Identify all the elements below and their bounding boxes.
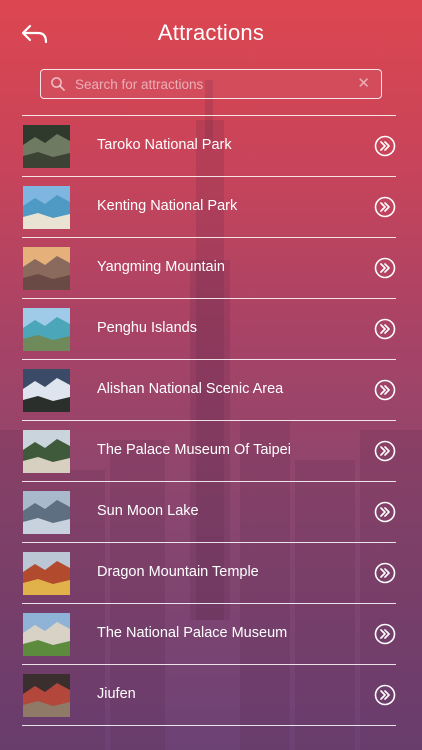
double-chevron-right-icon[interactable]	[374, 318, 396, 340]
attraction-thumbnail	[23, 186, 70, 229]
double-chevron-right-icon[interactable]	[374, 379, 396, 401]
double-chevron-right-icon[interactable]	[374, 257, 396, 279]
double-chevron-right-icon[interactable]	[374, 196, 396, 218]
attraction-name: The Palace Museum Of Taipei	[97, 442, 291, 458]
double-chevron-right-icon[interactable]	[374, 623, 396, 645]
double-chevron-right-icon[interactable]	[374, 135, 396, 157]
attraction-name: Sun Moon Lake	[97, 503, 199, 519]
list-item[interactable]: Jiufen	[22, 665, 396, 725]
list-item[interactable]: Alishan National Scenic Area	[22, 360, 396, 420]
list-item[interactable]: Dragon Mountain Temple	[22, 543, 396, 603]
search-icon	[51, 77, 65, 91]
double-chevron-right-icon[interactable]	[374, 440, 396, 462]
search-bar[interactable]: ✕	[40, 69, 382, 99]
double-chevron-right-icon[interactable]	[374, 684, 396, 706]
clear-icon[interactable]: ✕	[357, 75, 370, 93]
page-title: Attractions	[157, 20, 265, 45]
attraction-thumbnail	[23, 491, 70, 534]
list-item[interactable]: Penghu Islands	[22, 299, 396, 359]
row-divider	[22, 725, 396, 726]
attraction-thumbnail	[23, 369, 70, 412]
list-item[interactable]: Sun Moon Lake	[22, 482, 396, 542]
header-bar: Attractions	[0, 0, 422, 68]
attraction-thumbnail	[23, 247, 70, 290]
list-item[interactable]: Yangming Mountain	[22, 238, 396, 298]
attraction-name: Jiufen	[97, 686, 136, 702]
attraction-name: Taroko National Park	[97, 137, 232, 153]
list-item[interactable]: The Palace Museum Of Taipei	[22, 421, 396, 481]
attraction-name: Kenting National Park	[97, 198, 238, 214]
attraction-name: Alishan National Scenic Area	[97, 381, 284, 397]
attraction-thumbnail	[23, 125, 70, 168]
attraction-thumbnail	[23, 674, 70, 717]
attraction-thumbnail	[23, 308, 70, 351]
search-input[interactable]	[75, 73, 345, 95]
attraction-name: The National Palace Museum	[97, 625, 288, 641]
double-chevron-right-icon[interactable]	[374, 501, 396, 523]
attraction-thumbnail	[23, 613, 70, 656]
list-item[interactable]: Kenting National Park	[22, 177, 396, 237]
double-chevron-right-icon[interactable]	[374, 562, 396, 584]
attraction-thumbnail	[23, 552, 70, 595]
list-item[interactable]: Taroko National Park	[22, 116, 396, 176]
attraction-name: Penghu Islands	[97, 320, 197, 336]
attraction-thumbnail	[23, 430, 70, 473]
attractions-list: Taroko National Park Kenting National Par…	[22, 115, 396, 726]
list-item[interactable]: The National Palace Museum	[22, 604, 396, 664]
attraction-name: Yangming Mountain	[97, 259, 225, 275]
attraction-name: Dragon Mountain Temple	[97, 564, 259, 580]
